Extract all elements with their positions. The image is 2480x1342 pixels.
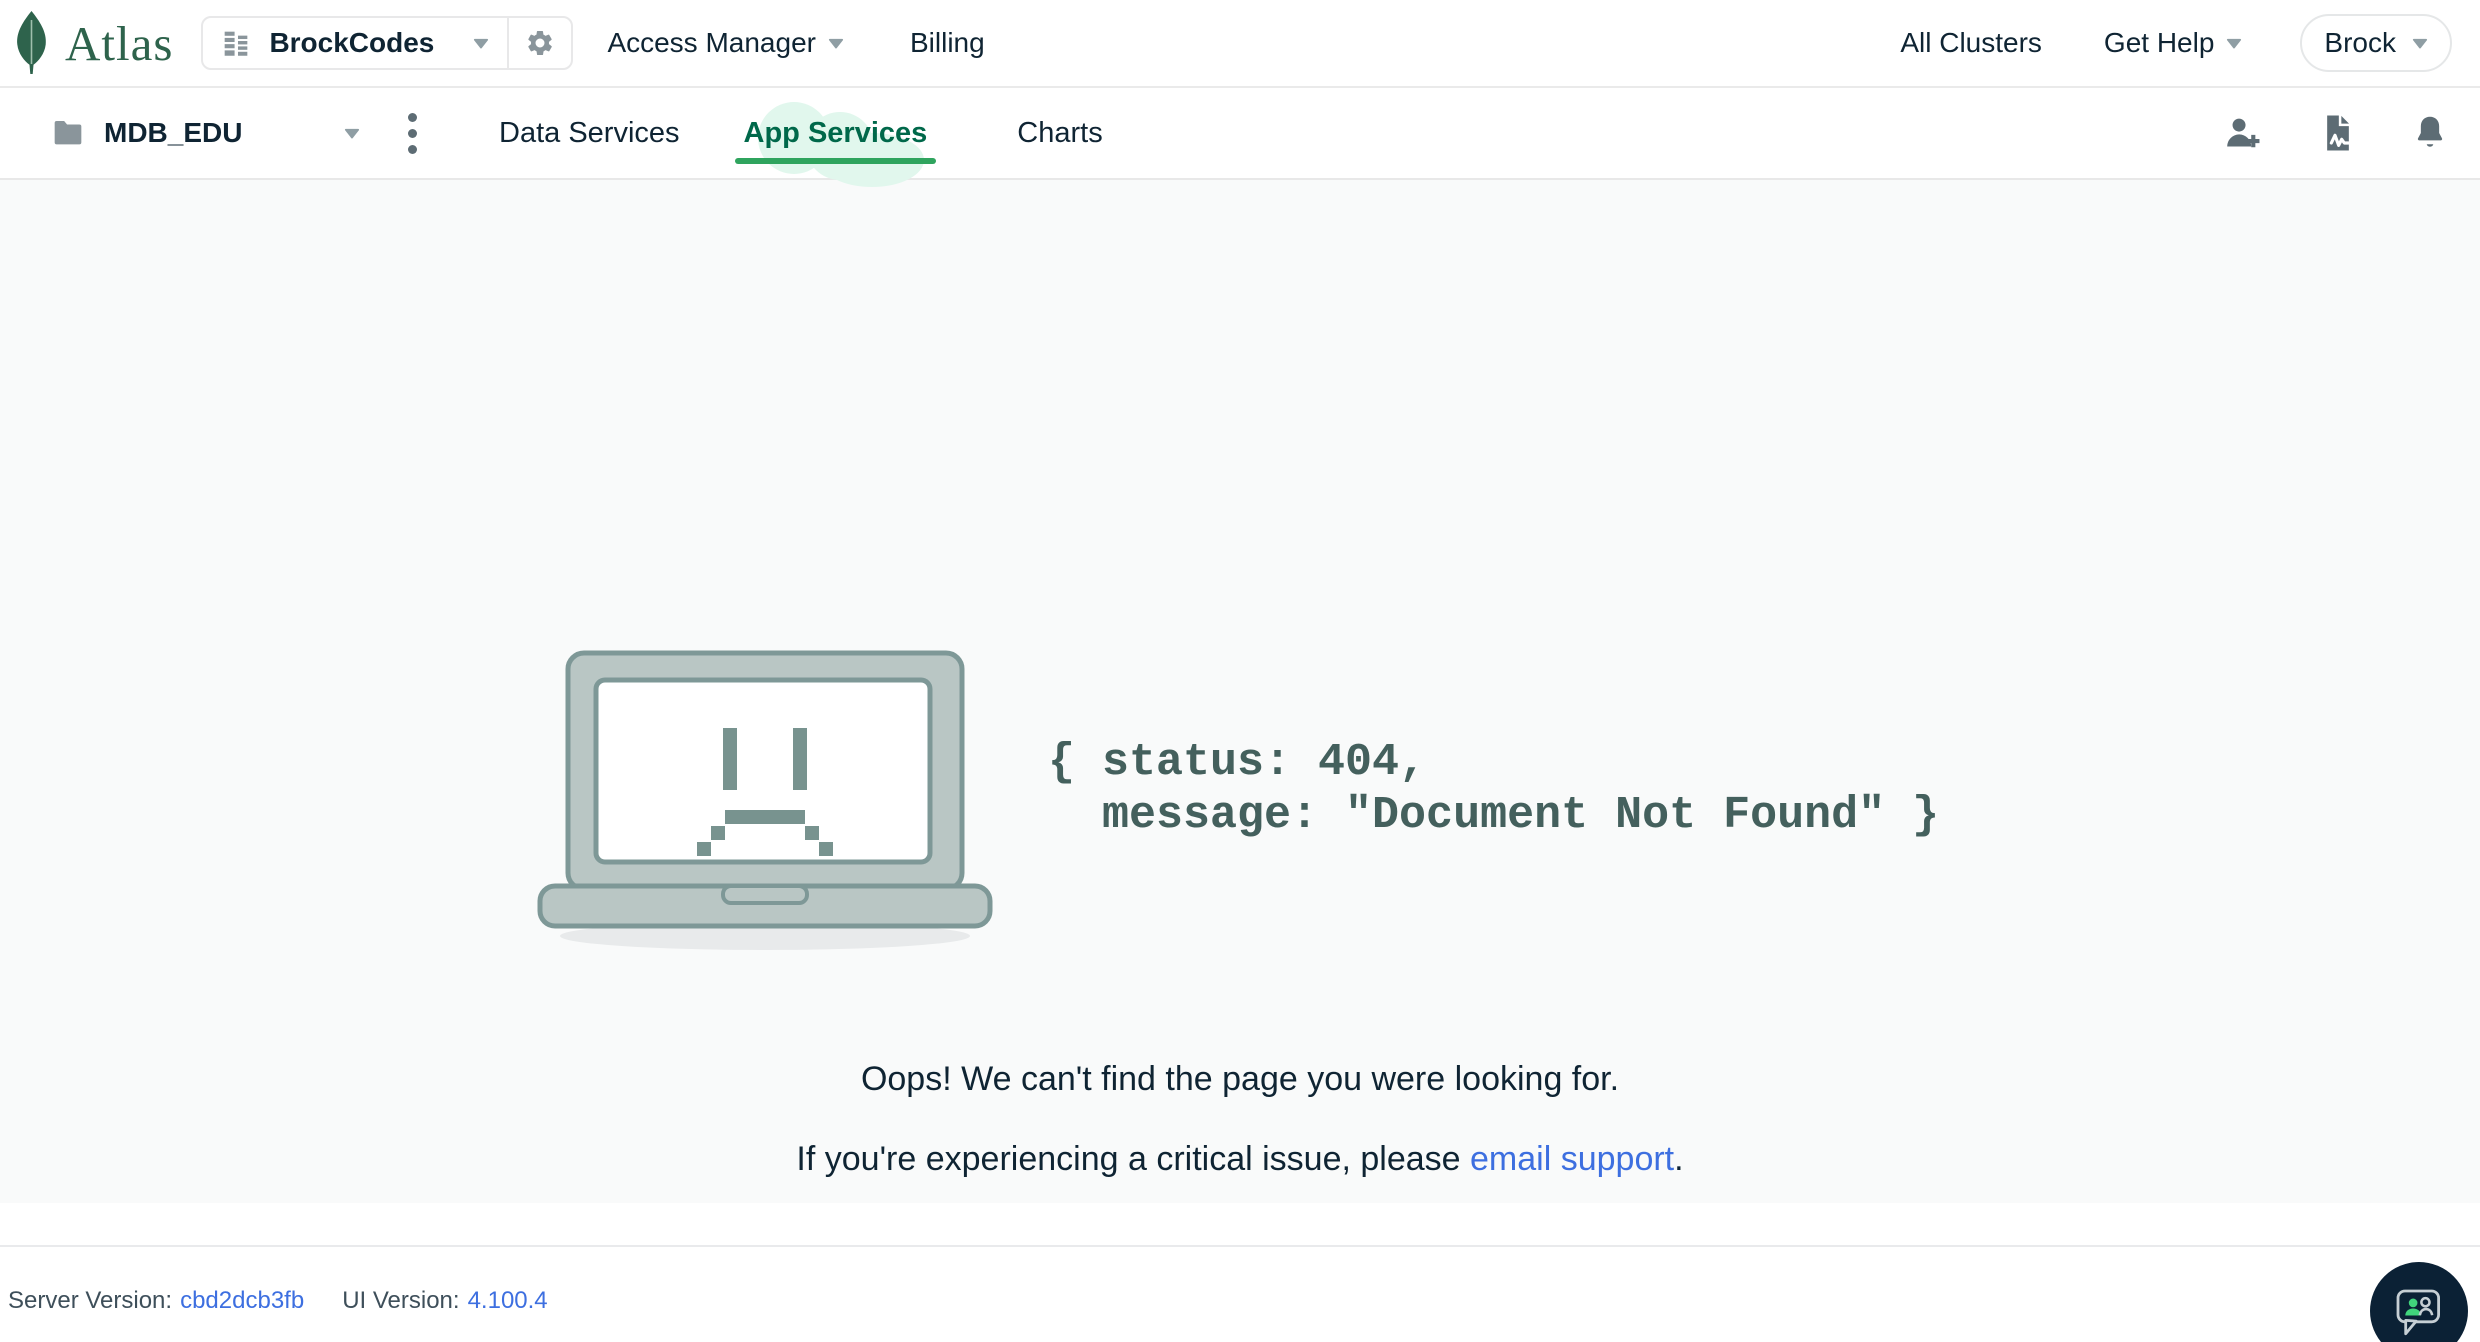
folder-icon xyxy=(54,121,82,145)
access-manager-label: Access Manager xyxy=(607,27,816,58)
notifications-button[interactable] xyxy=(2412,112,2448,154)
server-version-label: Server Version: xyxy=(8,1287,173,1314)
project-navbar: MDB_EDU Data Services App Services Chart… xyxy=(0,88,2480,187)
tab-data-services[interactable]: Data Services xyxy=(499,88,680,178)
user-name: Brock xyxy=(2324,27,2396,58)
ui-version-link[interactable]: 4.100.4 xyxy=(468,1287,548,1315)
all-clusters-link[interactable]: All Clusters xyxy=(1900,27,2042,59)
server-version-link[interactable]: cbd2dcb3fb xyxy=(180,1287,304,1315)
org-select-button[interactable]: BrockCodes xyxy=(203,18,507,68)
access-manager-menu[interactable]: Access Manager xyxy=(607,27,844,59)
support-suffix: . xyxy=(1674,1140,1684,1178)
get-help-label: Get Help xyxy=(2103,27,2215,58)
gear-icon xyxy=(528,30,553,56)
bell-icon xyxy=(2417,116,2443,147)
user-menu-button[interactable]: Brock xyxy=(2300,14,2452,72)
activity-feed-icon xyxy=(2327,115,2350,151)
sad-laptop-illustration xyxy=(537,650,993,950)
org-picker: BrockCodes xyxy=(201,16,574,70)
page-footer: Server Version: cbd2dcb3fb UI Version: 4… xyxy=(0,1203,2480,1342)
error-headline: Oops! We can't find the page you were lo… xyxy=(860,1060,1620,1098)
product-tabs: Data Services App Services Charts xyxy=(499,88,1103,187)
tab-app-services[interactable]: App Services xyxy=(734,88,937,187)
chat-people-icon xyxy=(2405,1296,2434,1316)
footer-divider xyxy=(0,1245,2480,1247)
project-options-menu[interactable] xyxy=(402,107,423,160)
chat-bubble-icon xyxy=(2396,1289,2440,1336)
org-settings-button[interactable] xyxy=(507,18,571,68)
billing-link[interactable]: Billing xyxy=(910,27,985,59)
chevron-down-icon xyxy=(828,38,844,48)
org-name: BrockCodes xyxy=(269,27,435,58)
support-prefix: If you're experiencing a critical issue,… xyxy=(796,1140,1471,1178)
chevron-down-icon xyxy=(474,38,489,48)
all-clusters-label: All Clusters xyxy=(1900,27,2042,58)
organization-icon xyxy=(225,31,248,56)
error-json-block: { status: 404, message: "Document Not Fo… xyxy=(1048,737,1940,841)
mongodb-leaf-icon xyxy=(17,11,46,74)
billing-label: Billing xyxy=(909,27,985,58)
project-nav-actions xyxy=(2222,112,2480,154)
get-help-menu[interactable]: Get Help xyxy=(2104,27,2243,59)
email-support-link[interactable]: email support xyxy=(1470,1140,1674,1178)
activity-feed-button[interactable] xyxy=(2318,112,2358,154)
chevron-down-icon xyxy=(2412,38,2428,48)
top-navbar: Atlas BrockCodes Access Manager Billing … xyxy=(0,0,2480,88)
invite-user-button[interactable] xyxy=(2222,114,2264,152)
tab-charts[interactable]: Charts xyxy=(1017,88,1102,178)
chevron-down-icon xyxy=(2227,38,2242,48)
ui-version-label: UI Version: xyxy=(342,1287,460,1314)
brand-name: Atlas xyxy=(65,15,174,71)
active-tab-underline xyxy=(734,158,937,164)
chevron-down-icon xyxy=(344,128,360,138)
project-select-button[interactable]: MDB_EDU xyxy=(52,117,360,149)
error-page-content: { status: 404, message: "Document Not Fo… xyxy=(0,180,2480,1203)
atlas-logo[interactable]: Atlas xyxy=(12,10,173,76)
project-name: MDB_EDU xyxy=(104,117,243,148)
support-message: If you're experiencing a critical issue,… xyxy=(0,1140,2480,1179)
invite-user-icon xyxy=(2227,118,2260,148)
